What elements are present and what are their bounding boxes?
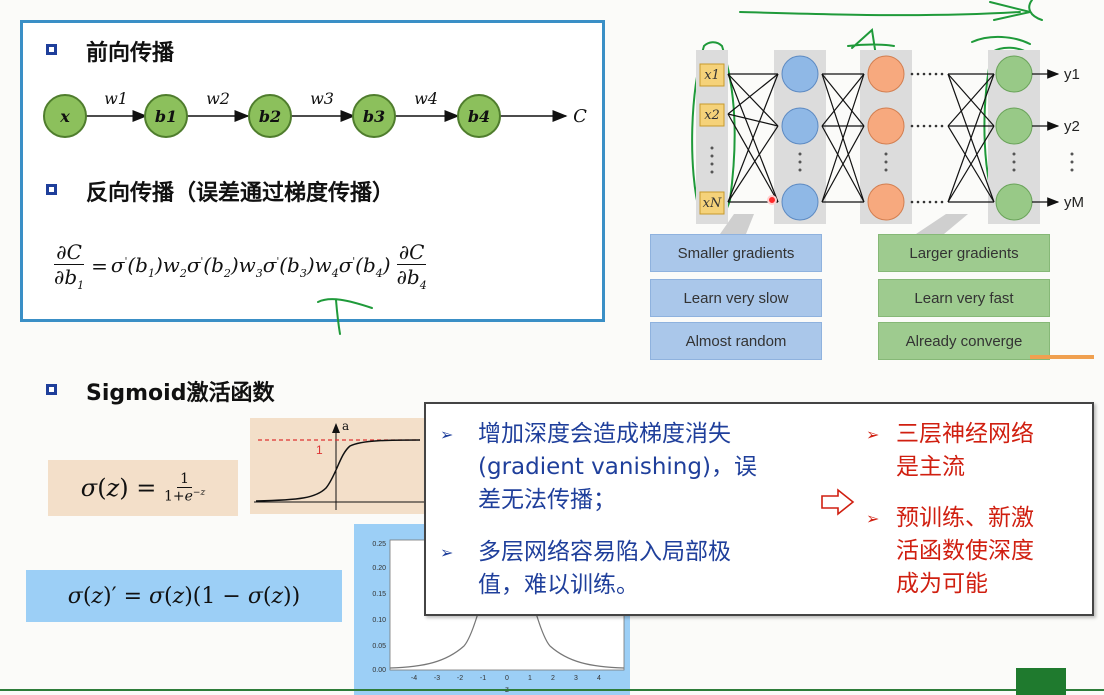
x-tick-6: 2 bbox=[551, 675, 555, 682]
output-label-y1: y1 bbox=[1064, 66, 1080, 83]
x-tick-2: -2 bbox=[457, 675, 463, 682]
sigmoid-derivative-formula: σ(z)′ = σ(z)(1 − σ(z)) bbox=[26, 570, 342, 622]
callout-left-1-line-2: (gradient vanishing)，误 bbox=[478, 454, 757, 480]
input-label-x1: x1 bbox=[704, 68, 720, 83]
callout-bullet-4: ➢ bbox=[866, 509, 880, 528]
callout-bullet-2: ➢ bbox=[440, 543, 454, 562]
callout-bullet-1: ➢ bbox=[440, 425, 454, 444]
x-tick-8: 4 bbox=[597, 675, 601, 682]
output-nodes bbox=[995, 55, 1033, 221]
hollow-arrow-icon bbox=[821, 488, 855, 516]
label-smaller-gradients: Smaller gradients bbox=[650, 234, 822, 272]
x-tick-1: -3 bbox=[434, 675, 440, 682]
label-larger-gradients: Larger gradients bbox=[878, 234, 1050, 272]
y-tick-0: 0.25 bbox=[372, 541, 386, 548]
callout-pointers bbox=[720, 214, 968, 234]
callout-left-item-2: ➢ 多层网络容易陷入局部极 值，难以训练。 bbox=[440, 536, 820, 602]
y-tick-4: 0.05 bbox=[372, 643, 386, 650]
bullet-sigmoid bbox=[46, 384, 57, 395]
cursor-dot bbox=[767, 195, 777, 205]
callout-right-item-2: ➢ 预训练、新激 活函数使深度 成为可能 bbox=[866, 502, 1086, 601]
bottom-rule bbox=[0, 689, 1104, 691]
page-number-tab bbox=[1016, 668, 1066, 695]
label-learn-very-fast: Learn very fast bbox=[878, 279, 1050, 317]
callout-right-1-line-2: 是主流 bbox=[896, 454, 965, 480]
sigmoid-title: Sigmoid激活函数 bbox=[86, 381, 275, 406]
network-diagram: x1 x2 xN y1 y2 yM bbox=[696, 50, 1084, 234]
annotation-top-arrow bbox=[739, 11, 1021, 17]
layer-hdots bbox=[910, 72, 944, 204]
y-tick-3: 0.10 bbox=[372, 617, 386, 624]
x-tick-5: 1 bbox=[528, 675, 532, 682]
callout-left-2-line-2: 值，难以训练。 bbox=[478, 572, 639, 598]
annotation-under-b3 bbox=[317, 298, 373, 309]
hidden1-node-2 bbox=[781, 107, 819, 145]
output-label-y2: y2 bbox=[1064, 118, 1080, 135]
callout-right-2-line-3: 成为可能 bbox=[896, 571, 988, 597]
annotation-output-mark bbox=[971, 36, 1031, 45]
callout-right-item-1: ➢ 三层神经网络 是主流 bbox=[866, 418, 1086, 484]
hidden2-node-3 bbox=[867, 183, 905, 221]
output-node-3 bbox=[995, 183, 1033, 221]
hidden2-node-2 bbox=[867, 107, 905, 145]
sigmoid-y-label: a bbox=[342, 419, 349, 433]
hidden2-nodes bbox=[867, 55, 905, 221]
y-tick-2: 0.15 bbox=[372, 591, 386, 598]
output-node-1 bbox=[995, 55, 1033, 93]
orange-underline bbox=[1030, 355, 1094, 359]
x-tick-7: 3 bbox=[574, 675, 578, 682]
sigmoid-plot: a 1 bbox=[250, 418, 440, 514]
y-tick-5: 0.00 bbox=[372, 667, 386, 674]
callout-left-item-1: ➢ 增加深度会造成梯度消失 (gradient vanishing)，误 差无法… bbox=[440, 418, 820, 517]
callout-right-2-line-2: 活函数使深度 bbox=[896, 538, 1034, 564]
label-already-converge: Already converge bbox=[878, 322, 1050, 360]
hidden2-node-1 bbox=[867, 55, 905, 93]
callout-bullet-3: ➢ bbox=[866, 425, 880, 444]
label-almost-random: Almost random bbox=[650, 322, 822, 360]
hidden1-node-1 bbox=[781, 55, 819, 93]
callout-box: ➢ 增加深度会造成梯度消失 (gradient vanishing)，误 差无法… bbox=[424, 402, 1094, 616]
x-tick-0: -4 bbox=[411, 675, 417, 682]
annotation-top-arrowhead bbox=[989, 1, 1031, 21]
output-label-ym: yM bbox=[1064, 194, 1084, 211]
output-node-2 bbox=[995, 107, 1033, 145]
annotation-top-curl bbox=[1028, 0, 1043, 21]
sigmoid-level-label: 1 bbox=[316, 443, 323, 457]
callout-right-1-line-1: 三层神经网络 bbox=[896, 421, 1034, 447]
callout-left-1-line-3: 差无法传播； bbox=[478, 487, 616, 513]
callout-left-2-line-1: 多层网络容易陷入局部极 bbox=[478, 539, 731, 565]
callout-right-2-line-1: 预训练、新激 bbox=[896, 505, 1034, 531]
x-tick-4: 0 bbox=[505, 675, 509, 682]
hidden1-nodes bbox=[781, 55, 819, 221]
label-learn-very-slow: Learn very slow bbox=[650, 279, 822, 317]
input-label-xn: xN bbox=[703, 196, 722, 211]
input-label-x2: x2 bbox=[704, 108, 720, 123]
annotation-tick-b3 bbox=[335, 299, 341, 335]
hidden1-node-3 bbox=[781, 183, 819, 221]
sigmoid-formula: σ(z) = 1 1+e−z bbox=[48, 460, 238, 516]
x-tick-3: -1 bbox=[480, 675, 486, 682]
y-tick-1: 0.20 bbox=[372, 565, 386, 572]
callout-left-1-line-1: 增加深度会造成梯度消失 bbox=[478, 421, 731, 447]
